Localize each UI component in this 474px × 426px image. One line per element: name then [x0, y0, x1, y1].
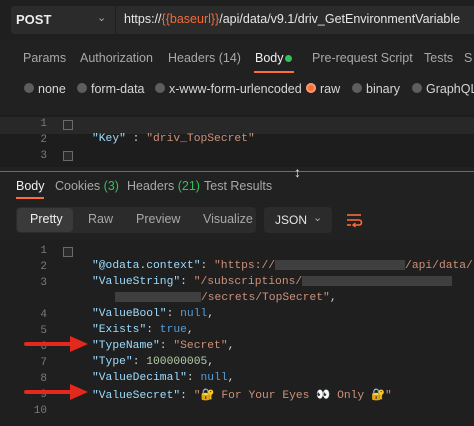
radio-form-data[interactable] — [77, 83, 87, 93]
json-value: "🔐 For Your Eyes 👀 Only 🔐" — [193, 390, 392, 402]
method-label: POST — [16, 12, 52, 27]
json-value: "Secret" — [173, 340, 228, 352]
json-key: "ValueSecret" — [92, 390, 181, 402]
tab-headers[interactable]: Headers (14) — [168, 51, 241, 65]
json-colon: : — [125, 133, 147, 145]
url-path: /api/data/v9.1/driv_GetEnvironmentVariab… — [219, 12, 461, 26]
json-value: "driv_TopSecret" — [146, 133, 255, 145]
active-response-tab-indicator — [16, 197, 44, 199]
json-value: true — [159, 324, 187, 336]
redacted-block — [302, 276, 453, 287]
line-number: 2 — [40, 134, 47, 146]
cookies-count: (3) — [103, 179, 119, 193]
radio-none-label: none — [38, 82, 66, 96]
fold-icon[interactable] — [63, 120, 73, 130]
language-select-label: JSON — [275, 213, 308, 227]
radio-raw[interactable] — [306, 83, 316, 93]
format-raw[interactable]: Raw — [88, 212, 113, 226]
json-value: 100000005 — [146, 356, 208, 368]
radio-graphql-label: GraphQL — [426, 82, 474, 96]
json-key: "TypeName" — [92, 340, 160, 352]
tab-params[interactable]: Params — [23, 51, 66, 65]
url-prefix: https:// — [124, 12, 162, 26]
json-line-valuedecimal: "ValueDecimal": null, — [92, 372, 235, 384]
radio-urlencoded-label: x-www-form-urlencoded — [169, 82, 302, 96]
json-line-valuestring: "ValueString": "/subscriptions/ — [92, 276, 453, 288]
tab-settings[interactable]: S — [464, 51, 472, 65]
radio-binary[interactable] — [352, 83, 362, 93]
json-line-exists: "Exists": true, — [92, 324, 194, 336]
radio-none[interactable] — [24, 83, 34, 93]
red-arrow-icon — [24, 336, 88, 352]
json-key: "ValueDecimal" — [92, 372, 187, 384]
json-value: /api/data/ — [405, 260, 473, 272]
format-visualize[interactable]: Visualize — [203, 212, 253, 226]
radio-graphql[interactable] — [412, 83, 422, 93]
json-value: "https:// — [214, 260, 276, 272]
json-key: "ValueBool" — [92, 308, 167, 320]
json-key: "Type" — [92, 356, 133, 368]
line-number: 2 — [40, 261, 47, 273]
request-json-line: "Key" : "driv_TopSecret" — [92, 133, 255, 145]
redacted-block — [115, 292, 201, 303]
json-line-typename: "TypeName": "Secret", — [92, 340, 235, 352]
line-number: 1 — [40, 118, 47, 130]
resize-vertical-icon[interactable]: ↕ — [294, 164, 301, 180]
json-value: null — [200, 372, 228, 384]
json-line-type: "Type": 100000005, — [92, 356, 215, 368]
response-tab-headers[interactable]: Headers (21) — [127, 179, 200, 193]
json-line-valuesecret: "ValueSecret": "🔐 For Your Eyes 👀 Only 🔐… — [92, 390, 392, 402]
response-tab-body[interactable]: Body — [16, 179, 45, 193]
response-tab-test-results[interactable]: Test Results — [204, 179, 272, 193]
json-line-valuebool: "ValueBool": null, — [92, 308, 215, 320]
radio-urlencoded[interactable] — [155, 83, 165, 93]
pane-divider[interactable] — [0, 171, 474, 172]
url-variable: {{baseurl}} — [161, 12, 220, 26]
response-tab-cookies[interactable]: Cookies (3) — [55, 179, 119, 193]
tab-body[interactable]: Body — [255, 51, 284, 65]
json-value: /secrets/TopSecret" — [201, 292, 330, 304]
active-tab-indicator — [254, 71, 294, 73]
wrap-lines-button[interactable] — [340, 207, 368, 233]
format-preview[interactable]: Preview — [136, 212, 180, 226]
json-value: "/subscriptions/ — [193, 276, 303, 288]
json-line-odata: "@odata.context": "https:///api/data/ — [92, 260, 473, 272]
radio-form-data-label: form-data — [91, 82, 145, 96]
json-value: null — [180, 308, 208, 320]
body-modified-dot — [285, 55, 292, 62]
response-tab-cookies-label: Cookies — [55, 179, 101, 193]
response-tab-headers-label: Headers — [127, 179, 175, 193]
redacted-block — [275, 260, 406, 271]
line-number: 3 — [40, 277, 47, 289]
json-key: "Key" — [92, 133, 126, 145]
tab-tests[interactable]: Tests — [424, 51, 453, 65]
line-number: 4 — [40, 309, 47, 321]
line-number: 7 — [40, 357, 47, 369]
url-text: https://{{baseurl}}/api/data/v9.1/driv_G… — [124, 12, 460, 26]
headers-count: (21) — [177, 179, 200, 193]
fold-icon[interactable] — [63, 151, 73, 161]
line-number: 1 — [40, 245, 47, 257]
red-arrow-icon — [24, 384, 88, 400]
chevron-down-icon: ⌄ — [313, 212, 323, 224]
line-number: 3 — [40, 150, 47, 162]
json-line-valuestring-cont: /secrets/TopSecret", — [115, 292, 337, 304]
tab-authorization[interactable]: Authorization — [80, 51, 153, 65]
chevron-down-icon: ⌄ — [97, 12, 107, 24]
fold-icon[interactable] — [63, 247, 73, 257]
radio-raw-label: raw — [320, 82, 341, 96]
tab-pre-request-script[interactable]: Pre-request Script — [312, 51, 413, 65]
json-key: "@odata.context" — [92, 260, 201, 272]
wrap-lines-icon — [347, 214, 363, 228]
line-number: 10 — [33, 405, 47, 417]
json-key: "Exists" — [92, 324, 147, 336]
radio-binary-label: binary — [366, 82, 401, 96]
json-key: "ValueString" — [92, 276, 181, 288]
format-pretty[interactable]: Pretty — [30, 212, 63, 226]
